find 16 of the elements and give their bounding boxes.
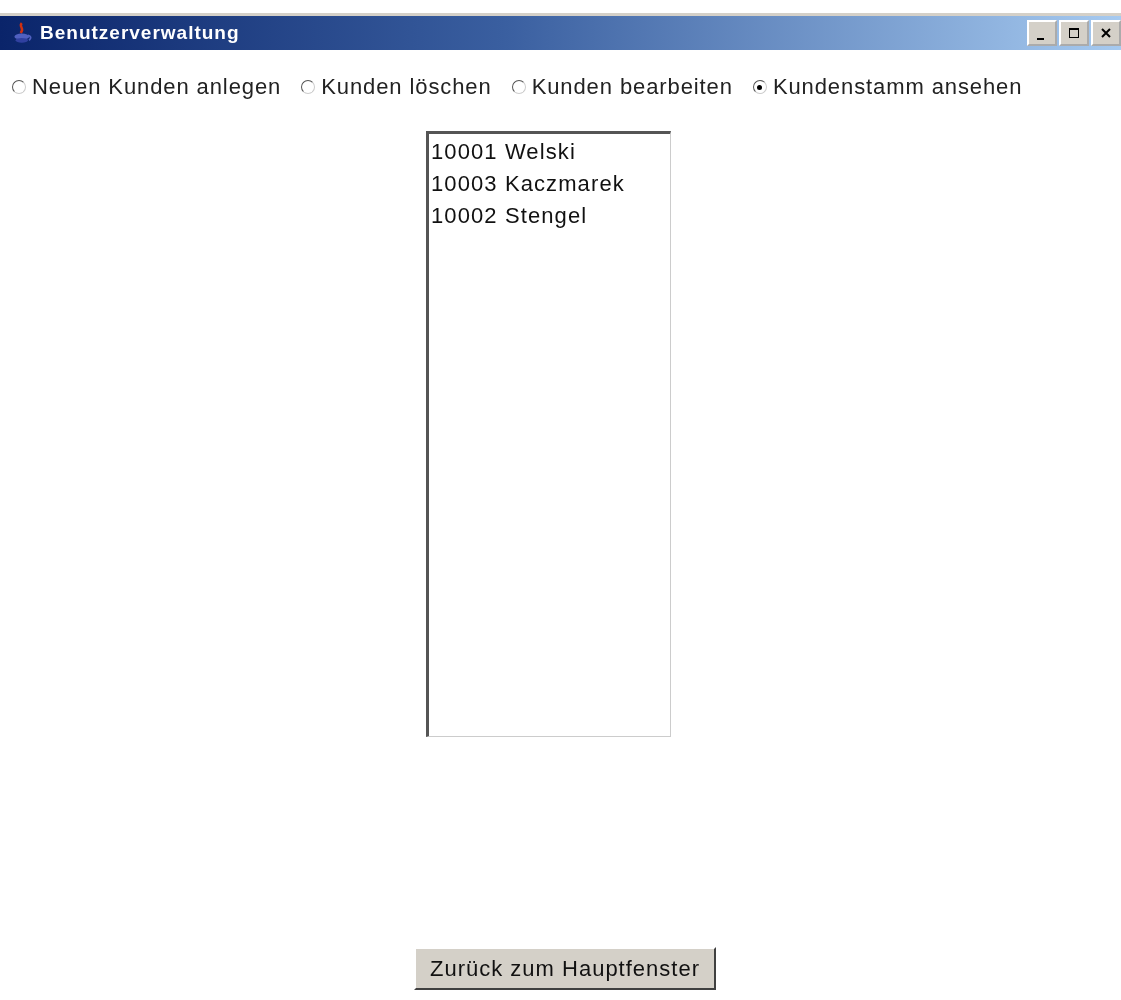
maximize-icon [1069,28,1079,38]
close-button[interactable] [1091,20,1121,46]
list-item[interactable]: 10001 Welski [431,136,668,168]
radio-button[interactable] [12,80,26,94]
cup-icon [12,22,34,44]
radio-button[interactable] [511,80,526,94]
back-button[interactable]: Zurück zum Hauptfenster [414,947,716,990]
list-item[interactable]: 10003 Kaczmarek [431,168,668,200]
window-title: Benutzerverwaltung [40,22,240,44]
close-icon [1101,28,1111,38]
minimize-icon [1036,38,1044,40]
customer-list[interactable]: 10001 Welski 10003 Kaczmarek 10002 Stengel [426,131,671,737]
radio-button[interactable] [752,80,767,94]
list-item[interactable]: 10002 Stengel [431,200,668,232]
radio-button[interactable] [301,80,316,94]
maximize-button[interactable] [1059,20,1089,46]
